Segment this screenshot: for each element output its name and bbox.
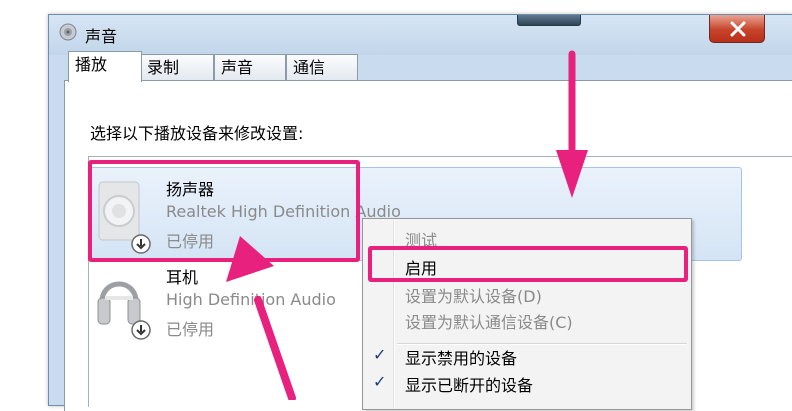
disabled-down-arrow-icon (131, 320, 151, 340)
tab-communications[interactable]: 通信 (286, 54, 358, 80)
title-grip (517, 15, 581, 26)
menu-item-show-disconnected[interactable]: 显示已断开的设备 (405, 372, 533, 396)
menu-item-show-disabled[interactable]: 显示禁用的设备 (405, 345, 517, 369)
annotation-box-speakers (88, 160, 360, 262)
speaker-icon (59, 23, 77, 41)
tab-sounds[interactable]: 声音 (214, 54, 286, 80)
close-button[interactable] (709, 15, 765, 43)
checkmark-icon: ✓ (373, 372, 387, 391)
tab-record[interactable]: 录制 (140, 54, 214, 80)
checkmark-icon: ✓ (373, 345, 387, 364)
tab-playback[interactable]: 播放 (68, 51, 142, 82)
title-bar: 声音 (49, 15, 792, 55)
menu-item-set-default[interactable]: 设置为默认设备(D) (405, 283, 542, 307)
device-name-headphones: 耳机 (166, 268, 199, 287)
annotation-box-enable (368, 246, 688, 282)
device-status-headphones: 已停用 (166, 320, 215, 339)
menu-item-set-default-comm[interactable]: 设置为默认通信设备(C) (405, 309, 573, 333)
close-icon (730, 21, 746, 37)
instruction-text: 选择以下播放设备来修改设置: (90, 124, 304, 143)
window-title: 声音 (85, 27, 118, 46)
device-driver-headphones: High Definition Audio (166, 290, 336, 309)
desktop-strip (0, 0, 48, 400)
